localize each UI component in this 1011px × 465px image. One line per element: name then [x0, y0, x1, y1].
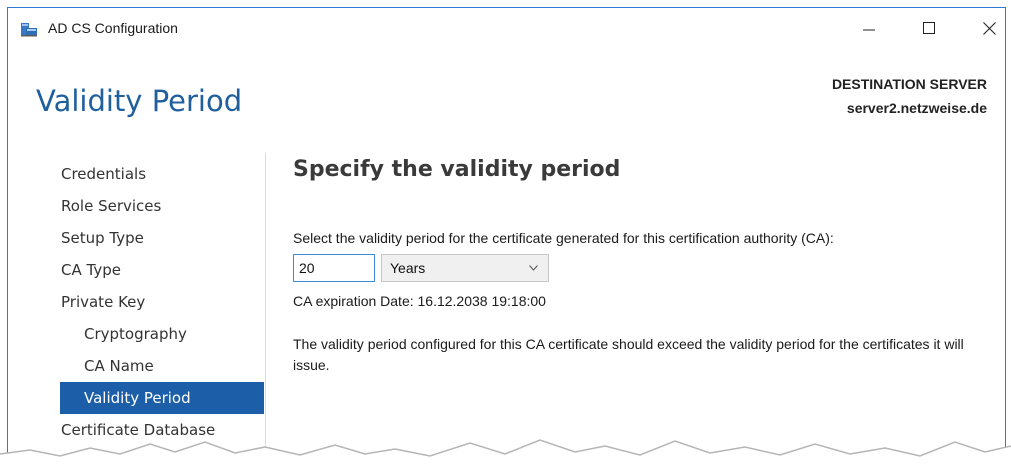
ad-cs-configuration-window: AD CS Configuration Validity Period DEST…: [7, 7, 1006, 465]
ad-cs-app-icon: [20, 21, 38, 37]
nav-item-setup-type[interactable]: Setup Type: [60, 222, 264, 254]
maximize-icon: [923, 22, 935, 34]
title-bar[interactable]: AD CS Configuration: [8, 8, 1005, 48]
validity-unit-select[interactable]: Years: [381, 254, 549, 282]
nav-item-ca-type[interactable]: CA Type: [60, 254, 264, 286]
page-title: Validity Period: [36, 84, 243, 118]
validity-period-input[interactable]: [293, 254, 375, 282]
nav-item-validity-period[interactable]: Validity Period: [60, 382, 264, 414]
destination-server-label: DESTINATION SERVER: [831, 76, 987, 92]
validity-period-panel: Specify the validity period Select the v…: [293, 153, 983, 373]
validity-prompt: Select the validity period for the certi…: [293, 230, 834, 246]
validity-period-row: Years: [293, 254, 549, 282]
destination-server: DESTINATION SERVER server2.netzweise.de: [832, 72, 987, 120]
chevron-down-icon: [529, 265, 538, 271]
torn-edge-decoration: [0, 439, 1011, 465]
validity-note: The validity period configured for this …: [293, 336, 964, 373]
window-title: AD CS Configuration: [48, 20, 178, 36]
ca-expiration-date: CA expiration Date: 16.12.2038 19:18:00: [293, 293, 546, 309]
minimize-icon: [863, 29, 875, 31]
close-icon: [982, 21, 996, 35]
nav-item-ca-name[interactable]: CA Name: [60, 350, 264, 382]
nav-item-cryptography[interactable]: Cryptography: [60, 318, 264, 350]
minimize-button[interactable]: [846, 14, 892, 42]
section-title: Specify the validity period: [293, 157, 621, 182]
nav-item-private-key[interactable]: Private Key: [60, 286, 264, 318]
maximize-button[interactable]: [906, 14, 952, 42]
nav-divider: [265, 153, 266, 465]
validity-unit-value: Years: [390, 260, 426, 276]
nav-item-credentials[interactable]: Credentials: [60, 158, 264, 190]
close-button[interactable]: [966, 14, 1005, 42]
destination-server-value: server2.netzweise.de: [846, 100, 987, 116]
wizard-navigation: Credentials Role Services Setup Type CA …: [60, 158, 264, 465]
nav-item-role-services[interactable]: Role Services: [60, 190, 264, 222]
